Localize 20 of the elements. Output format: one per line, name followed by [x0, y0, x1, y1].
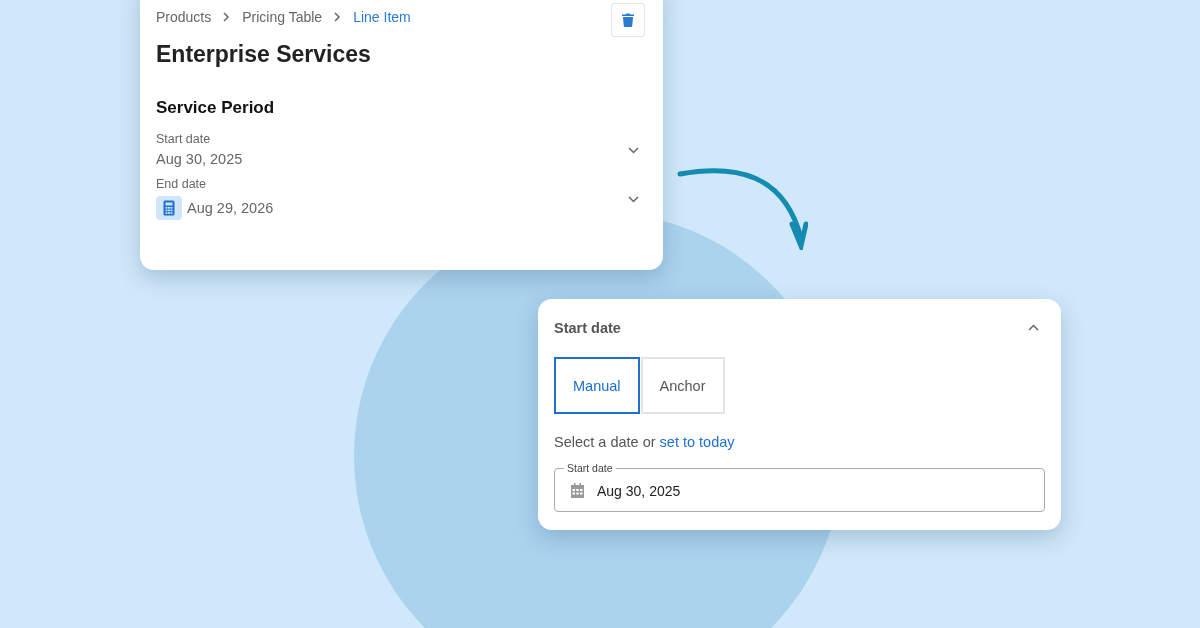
- field-label: Start date: [156, 132, 212, 146]
- section-heading: Service Period: [156, 98, 276, 118]
- hint-text: Select a date or set to today: [554, 434, 736, 450]
- floating-label: Start date: [564, 461, 616, 475]
- field-value: Aug 30, 2025: [156, 151, 243, 167]
- breadcrumb-link[interactable]: Products: [156, 9, 212, 25]
- popover-title: Start date: [554, 320, 621, 336]
- set-today-link[interactable]: set to today: [659, 434, 735, 450]
- field-value: Aug 29, 2026: [187, 200, 274, 216]
- date-input-field[interactable]: Start date Aug 30, 2025: [554, 461, 1045, 512]
- breadcrumb-link[interactable]: Line Item: [353, 9, 411, 25]
- page-title: Enterprise Services: [156, 41, 372, 68]
- breadcrumb-link[interactable]: Pricing Table: [242, 9, 323, 25]
- trash-icon: [622, 13, 634, 27]
- mode-tab[interactable]: Manual: [554, 357, 640, 414]
- calendar-icon: [570, 483, 585, 498]
- mode-tab[interactable]: Anchor: [640, 357, 725, 414]
- calculator-icon: [156, 196, 182, 220]
- delete-button[interactable]: [611, 3, 645, 37]
- field-label: End date: [156, 177, 208, 191]
